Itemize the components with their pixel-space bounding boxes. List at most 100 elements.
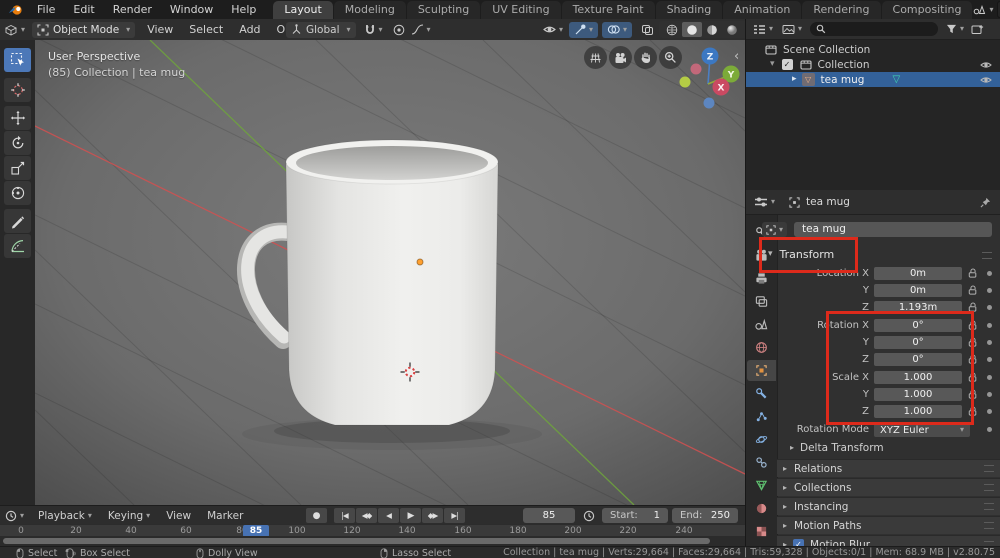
disclosure-icon[interactable]: ▾: [770, 60, 775, 69]
animate-dot-icon[interactable]: [987, 375, 992, 380]
location-y-field[interactable]: 0m: [874, 284, 962, 297]
hide-collection-eye-icon[interactable]: [980, 60, 992, 70]
scene-browse-icon[interactable]: ▾: [973, 4, 993, 15]
tab-layout[interactable]: Layout: [273, 1, 332, 19]
tool-transform[interactable]: [4, 181, 31, 205]
play-button[interactable]: ▶: [400, 508, 421, 523]
animate-dot-icon[interactable]: [987, 427, 992, 432]
tool-select-box[interactable]: [4, 48, 31, 72]
tab-compositing[interactable]: Compositing: [882, 1, 973, 19]
tab-modifiers[interactable]: [747, 383, 776, 404]
menu-file[interactable]: File: [28, 3, 64, 16]
animate-dot-icon[interactable]: [987, 323, 992, 328]
menu-add[interactable]: Add: [231, 23, 268, 36]
blender-logo-icon[interactable]: [8, 4, 24, 16]
new-collection-button[interactable]: [971, 24, 984, 35]
outliner-display-mode-dropdown[interactable]: ▾: [782, 24, 802, 35]
outliner-filter-dropdown[interactable]: ▾: [946, 24, 964, 34]
menu-view[interactable]: View: [158, 510, 199, 522]
lock-icon[interactable]: [968, 268, 978, 278]
outliner-search-input[interactable]: [810, 22, 938, 36]
camera-view-button[interactable]: [609, 46, 632, 69]
hide-object-eye-icon[interactable]: [980, 75, 992, 85]
tab-uv-editing[interactable]: UV Editing: [481, 1, 560, 19]
animate-dot-icon[interactable]: [987, 409, 992, 414]
menu-view[interactable]: View: [139, 23, 181, 36]
pan-view-button[interactable]: [634, 46, 657, 69]
sidebar-collapse-icon[interactable]: ‹: [734, 49, 739, 64]
animate-dot-icon[interactable]: [987, 392, 992, 397]
tab-modeling[interactable]: Modeling: [334, 1, 406, 19]
rotation-mode-dropdown[interactable]: XYZ Euler ▾: [874, 423, 970, 437]
outliner-editor-type-button[interactable]: ▾: [753, 24, 773, 35]
menu-edit[interactable]: Edit: [64, 3, 103, 16]
play-reverse-button[interactable]: ◀: [378, 508, 399, 523]
menu-render[interactable]: Render: [104, 3, 161, 16]
tab-texture[interactable]: [747, 521, 776, 542]
menu-playback[interactable]: Playback▾: [30, 510, 100, 522]
tab-scene[interactable]: [747, 314, 776, 335]
panel-relations[interactable]: ▸ Relations: [777, 459, 1000, 477]
menu-marker[interactable]: Marker: [199, 510, 251, 522]
falloff-dropdown[interactable]: ▾: [411, 24, 431, 35]
object-name-field[interactable]: tea mug: [794, 222, 992, 237]
tab-material[interactable]: [747, 498, 776, 519]
visibility-dropdown[interactable]: ▾: [543, 24, 563, 35]
menu-keying[interactable]: Keying▾: [100, 510, 158, 522]
snap-toggle[interactable]: ▾: [364, 24, 383, 36]
outliner-row-collection[interactable]: ▾ ✓ Collection: [746, 57, 1000, 72]
prev-keyframe-button[interactable]: ◀◆: [356, 508, 377, 523]
gizmo-axis-neg-x[interactable]: [691, 64, 702, 75]
animate-dot-icon[interactable]: [987, 305, 992, 310]
properties-editor-type-button[interactable]: ▾: [754, 196, 775, 208]
panel-drag-handle[interactable]: [984, 503, 994, 510]
shading-wireframe-button[interactable]: [662, 22, 682, 37]
lock-icon[interactable]: [968, 285, 978, 295]
tool-cursor[interactable]: [4, 78, 31, 102]
pin-icon[interactable]: [980, 197, 991, 208]
shading-material-button[interactable]: [702, 22, 722, 37]
frame-start-field[interactable]: Start:1: [602, 508, 668, 523]
tab-physics[interactable]: [747, 429, 776, 450]
jump-to-end-button[interactable]: ▶|: [444, 508, 465, 523]
tool-move[interactable]: [4, 106, 31, 130]
scrollbar-thumb[interactable]: [3, 538, 710, 544]
outliner-row-scene-collection[interactable]: Scene Collection: [746, 42, 1000, 57]
panel-instancing[interactable]: ▸ Instancing: [777, 497, 1000, 515]
tab-rendering[interactable]: Rendering: [802, 1, 880, 19]
animate-dot-icon[interactable]: [987, 271, 992, 276]
tab-object-data[interactable]: [747, 475, 776, 496]
location-x-field[interactable]: 0m: [874, 267, 962, 280]
disclosure-icon[interactable]: ▸: [792, 75, 797, 84]
jump-to-start-button[interactable]: |◀: [334, 508, 355, 523]
shading-solid-button[interactable]: [682, 22, 702, 37]
next-keyframe-button[interactable]: ◆▶: [422, 508, 443, 523]
viewport-3d[interactable]: Z Y X User Perspective (85) Collection |…: [35, 40, 745, 505]
object-id-dropdown[interactable]: ▾: [762, 222, 787, 237]
zoom-view-button[interactable]: [659, 46, 682, 69]
menu-select[interactable]: Select: [181, 23, 231, 36]
timeline-scrollbar[interactable]: [0, 536, 745, 546]
tool-annotate[interactable]: [4, 209, 31, 233]
menu-help[interactable]: Help: [222, 3, 265, 16]
toggle-perspective-button[interactable]: [584, 46, 607, 69]
tab-world[interactable]: [747, 337, 776, 358]
panel-motion-paths[interactable]: ▸ Motion Paths: [777, 516, 1000, 534]
frame-end-field[interactable]: End:250: [672, 508, 738, 523]
tool-rotate[interactable]: [4, 131, 31, 155]
gizmo-axis-neg-z[interactable]: [704, 98, 715, 109]
gizmo-axis-neg-y[interactable]: [680, 77, 691, 88]
tab-constraints[interactable]: [747, 452, 776, 473]
animate-dot-icon[interactable]: [987, 288, 992, 293]
tab-animation[interactable]: Animation: [723, 1, 801, 19]
animate-dot-icon[interactable]: [987, 340, 992, 345]
timeline-editor-type-button[interactable]: ▾: [5, 510, 24, 522]
outliner-row-tea-mug[interactable]: ▸ ▽ tea mug ▽: [746, 72, 1000, 87]
tab-shading[interactable]: Shading: [656, 1, 723, 19]
overlays-toggle[interactable]: ▾: [602, 22, 632, 38]
shading-rendered-button[interactable]: [722, 22, 742, 37]
current-frame-field[interactable]: 85: [523, 508, 575, 523]
tool-measure[interactable]: [4, 234, 31, 258]
xray-toggle[interactable]: [641, 24, 654, 36]
delta-transform-subpanel[interactable]: ▸ Delta Transform: [790, 441, 884, 454]
